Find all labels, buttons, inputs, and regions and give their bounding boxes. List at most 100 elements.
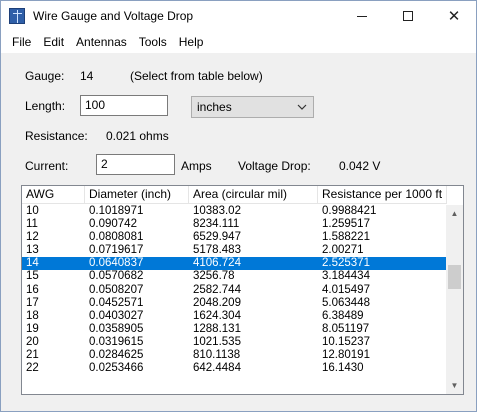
table-cell: 810.1138 bbox=[193, 349, 241, 362]
length-input[interactable]: 100 bbox=[80, 95, 168, 116]
vertical-scrollbar[interactable]: ▲ ▼ bbox=[446, 205, 463, 394]
table-cell: 6529.947 bbox=[193, 231, 241, 244]
table-cell: 8.051197 bbox=[322, 322, 370, 335]
table-cell: 12 bbox=[26, 231, 39, 244]
table-row[interactable]: 18 0.0403027 1624.304 6.38489 bbox=[22, 310, 447, 323]
table-row[interactable]: 11 0.090742 8234.111 1.259517 bbox=[22, 218, 447, 231]
current-input[interactable]: 2 bbox=[96, 154, 175, 175]
gauge-value: 14 bbox=[80, 69, 94, 83]
table-row[interactable]: 12 0.0808081 6529.947 1.588221 bbox=[22, 231, 447, 244]
length-label: Length: bbox=[25, 99, 66, 113]
table-row[interactable]: 15 0.0570682 3256.78 3.184434 bbox=[22, 270, 447, 283]
table-cell: 0.0452571 bbox=[89, 296, 144, 309]
table-cell: 0.1018971 bbox=[89, 205, 144, 217]
table-cell: 2.00271 bbox=[322, 244, 364, 257]
minimize-icon bbox=[357, 15, 367, 17]
table-cell: 16 bbox=[26, 283, 39, 296]
table-cell: 1021.535 bbox=[193, 335, 241, 348]
table-cell: 1624.304 bbox=[193, 309, 241, 322]
title-bar[interactable]: Wire Gauge and Voltage Drop ✕ bbox=[1, 1, 476, 31]
table-row[interactable]: 17 0.0452571 2048.209 5.063448 bbox=[22, 297, 447, 310]
close-button[interactable]: ✕ bbox=[431, 1, 477, 31]
table-cell: 2582.744 bbox=[193, 283, 241, 296]
table-cell: 10383.02 bbox=[193, 205, 241, 217]
table-cell: 5.063448 bbox=[322, 296, 370, 309]
menu-tools[interactable]: Tools bbox=[133, 32, 173, 52]
table-cell: 0.0403027 bbox=[89, 309, 144, 322]
table-row[interactable]: 10 0.1018971 10383.02 0.9988421 bbox=[22, 205, 447, 218]
menu-bar: File Edit Antennas Tools Help bbox=[1, 31, 476, 53]
maximize-icon bbox=[403, 11, 413, 21]
table-row[interactable]: 16 0.0508207 2582.744 4.015497 bbox=[22, 284, 447, 297]
table-row[interactable]: 14 0.0640837 4106.724 2.525371 bbox=[22, 257, 447, 271]
main-panel: Gauge: 14 (Select from table below) Leng… bbox=[1, 53, 476, 411]
column-header-resistance[interactable]: Resistance per 1000 ft bbox=[318, 186, 447, 204]
table-cell: 0.0808081 bbox=[89, 231, 144, 244]
app-icon bbox=[9, 8, 25, 24]
table-cell: 0.0508207 bbox=[89, 283, 144, 296]
scroll-up-icon[interactable]: ▲ bbox=[446, 205, 463, 222]
maximize-button[interactable] bbox=[385, 1, 431, 31]
table-cell: 21 bbox=[26, 349, 39, 362]
voltage-drop-label: Voltage Drop: bbox=[238, 159, 311, 173]
table-row[interactable]: 13 0.0719617 5178.483 2.00271 bbox=[22, 244, 447, 257]
scroll-down-icon[interactable]: ▼ bbox=[446, 377, 463, 394]
scroll-thumb[interactable] bbox=[448, 265, 461, 289]
table-cell: 2.525371 bbox=[322, 257, 370, 270]
current-unit: Amps bbox=[181, 159, 212, 173]
table-cell: 0.0570682 bbox=[89, 270, 144, 283]
column-header-awg[interactable]: AWG bbox=[22, 186, 85, 204]
table-row[interactable]: 22 0.0253466 642.4484 16.1430 bbox=[22, 362, 447, 375]
table-cell: 0.0640837 bbox=[89, 257, 144, 270]
table-cell: 22 bbox=[26, 362, 39, 375]
resistance-label: Resistance: bbox=[25, 129, 88, 143]
table-cell: 16.1430 bbox=[322, 362, 364, 375]
table-cell: 1.588221 bbox=[322, 231, 370, 244]
minimize-button[interactable] bbox=[339, 1, 385, 31]
table-cell: 0.0253466 bbox=[89, 362, 144, 375]
table-cell: 19 bbox=[26, 322, 39, 335]
table-cell: 3.184434 bbox=[322, 270, 370, 283]
menu-file[interactable]: File bbox=[6, 32, 37, 52]
table-cell: 15 bbox=[26, 270, 39, 283]
table-cell: 10 bbox=[26, 205, 39, 217]
table-cell: 0.0358905 bbox=[89, 322, 144, 335]
table-body: 10 0.1018971 10383.02 0.9988421 11 0.090742 82… bbox=[22, 205, 447, 375]
menu-antennas[interactable]: Antennas bbox=[70, 32, 133, 52]
table-cell: 5178.483 bbox=[193, 244, 241, 257]
table-cell: 13 bbox=[26, 244, 39, 257]
table-cell: 17 bbox=[26, 296, 39, 309]
table-cell: 4.015497 bbox=[322, 283, 370, 296]
column-header-diameter[interactable]: Diameter (inch) bbox=[85, 186, 189, 204]
table-cell: 11 bbox=[26, 218, 38, 231]
menu-edit[interactable]: Edit bbox=[37, 32, 70, 52]
table-row[interactable]: 21 0.0284625 810.1138 12.80191 bbox=[22, 349, 447, 362]
table-cell: 1288.131 bbox=[193, 322, 241, 335]
table-cell: 8234.111 bbox=[193, 218, 240, 231]
gauge-label: Gauge: bbox=[25, 69, 65, 83]
table-cell: 10.15237 bbox=[322, 335, 370, 348]
table-cell: 3256.78 bbox=[193, 270, 235, 283]
chevron-down-icon bbox=[297, 104, 307, 110]
table-row[interactable]: 20 0.0319615 1021.535 10.15237 bbox=[22, 336, 447, 349]
table-cell: 4106.724 bbox=[193, 257, 241, 270]
table-cell: 14 bbox=[26, 257, 39, 270]
resistance-value: 0.021 ohms bbox=[106, 129, 169, 143]
close-icon: ✕ bbox=[447, 6, 461, 25]
table-cell: 0.9988421 bbox=[322, 205, 377, 217]
table-cell: 642.4484 bbox=[193, 362, 241, 375]
length-unit-select[interactable]: inches bbox=[191, 96, 314, 118]
table-cell: 2048.209 bbox=[193, 296, 241, 309]
table-cell: 18 bbox=[26, 309, 39, 322]
window-title: Wire Gauge and Voltage Drop bbox=[33, 9, 194, 23]
menu-help[interactable]: Help bbox=[173, 32, 210, 52]
table-cell: 1.259517 bbox=[322, 218, 370, 231]
column-header-area[interactable]: Area (circular mil) bbox=[189, 186, 318, 204]
wire-gauge-table[interactable]: AWG Diameter (inch) Area (circular mil) … bbox=[21, 185, 464, 395]
table-cell: 0.0719617 bbox=[89, 244, 144, 257]
table-cell: 20 bbox=[26, 335, 39, 348]
voltage-drop-value: 0.042 V bbox=[339, 159, 381, 173]
table-row[interactable]: 19 0.0358905 1288.131 8.051197 bbox=[22, 323, 447, 336]
app-window: Wire Gauge and Voltage Drop ✕ File Edit … bbox=[0, 0, 477, 412]
table-cell: 6.38489 bbox=[322, 309, 364, 322]
